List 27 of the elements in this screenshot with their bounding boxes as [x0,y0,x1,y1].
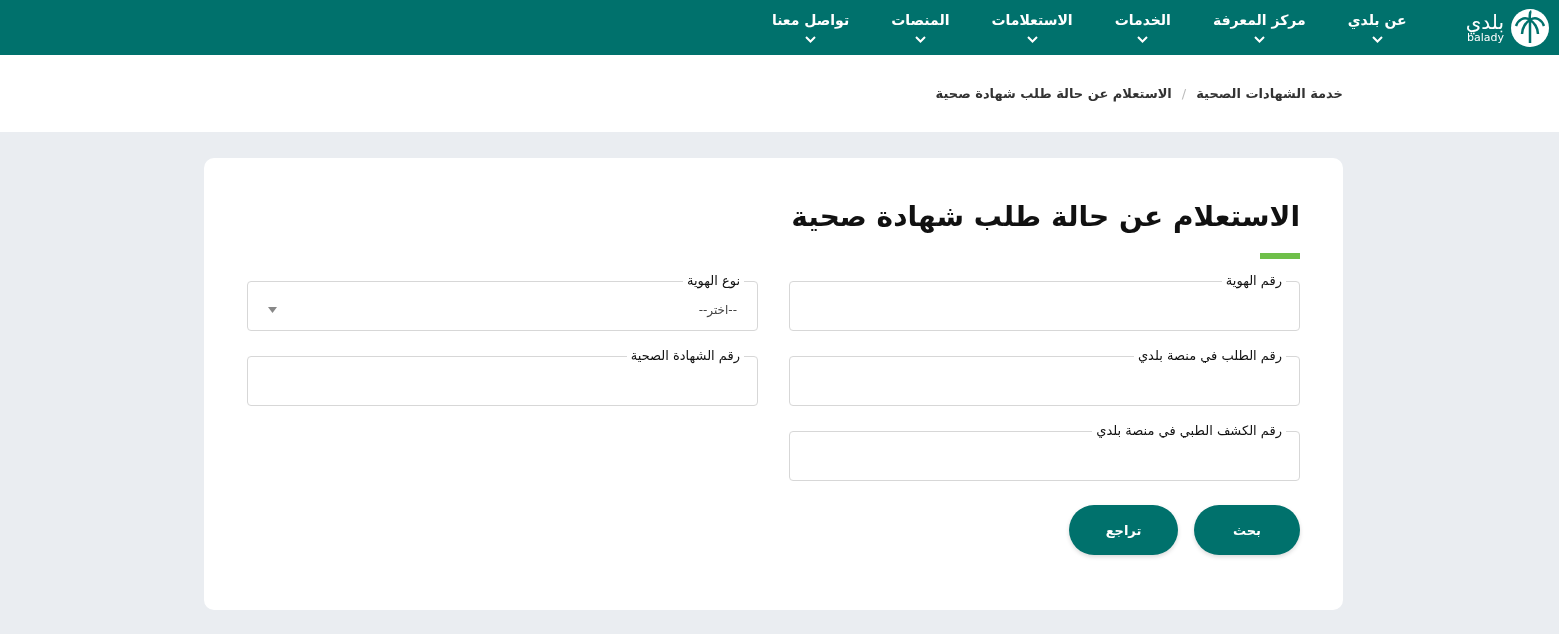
field-label: رقم الشهادة الصحية [626,348,744,364]
palm-tree-logo-icon [1510,7,1550,48]
field-label: نوع الهوية [682,273,744,289]
chevron-down-icon [914,36,926,43]
back-button[interactable]: تراجع [1069,505,1178,555]
chevron-down-icon [1371,36,1383,43]
dropdown-caret-icon [268,307,277,313]
breadcrumb-link[interactable]: الاستعلام عن حالة طلب شهادة صحية [935,86,1172,101]
search-button[interactable]: بحث [1194,505,1300,555]
nav-menu-item[interactable]: المنصات [870,12,971,43]
title-underline [1260,253,1300,259]
nav-menu-item[interactable]: الخدمات [1093,12,1192,43]
chevron-down-icon [805,36,816,43]
chevron-down-icon [1026,36,1038,43]
page-title: الاستعلام عن حالة طلب شهادة صحية [790,200,1300,233]
logo-latin-text: balady [1467,32,1504,43]
field-label: رقم الكشف الطبي في منصة بلدي [1092,423,1286,439]
chevron-down-icon [1253,36,1265,43]
nav-menu-item[interactable]: عن بلدي [1326,12,1428,43]
chevron-down-icon [1137,36,1149,43]
nav-menu-item[interactable]: الاستعلامات [970,12,1094,43]
nav-menu-item[interactable]: مركز المعرفة [1191,12,1327,43]
field-label: رقم الطلب في منصة بلدي [1133,348,1286,364]
breadcrumb-link[interactable]: خدمة الشهادات الصحية [1196,86,1343,101]
nav-menu-item[interactable]: تواصل معنا [750,12,871,43]
field-label: رقم الهوية [1221,273,1286,289]
breadcrumb-separator: / [1181,86,1187,101]
